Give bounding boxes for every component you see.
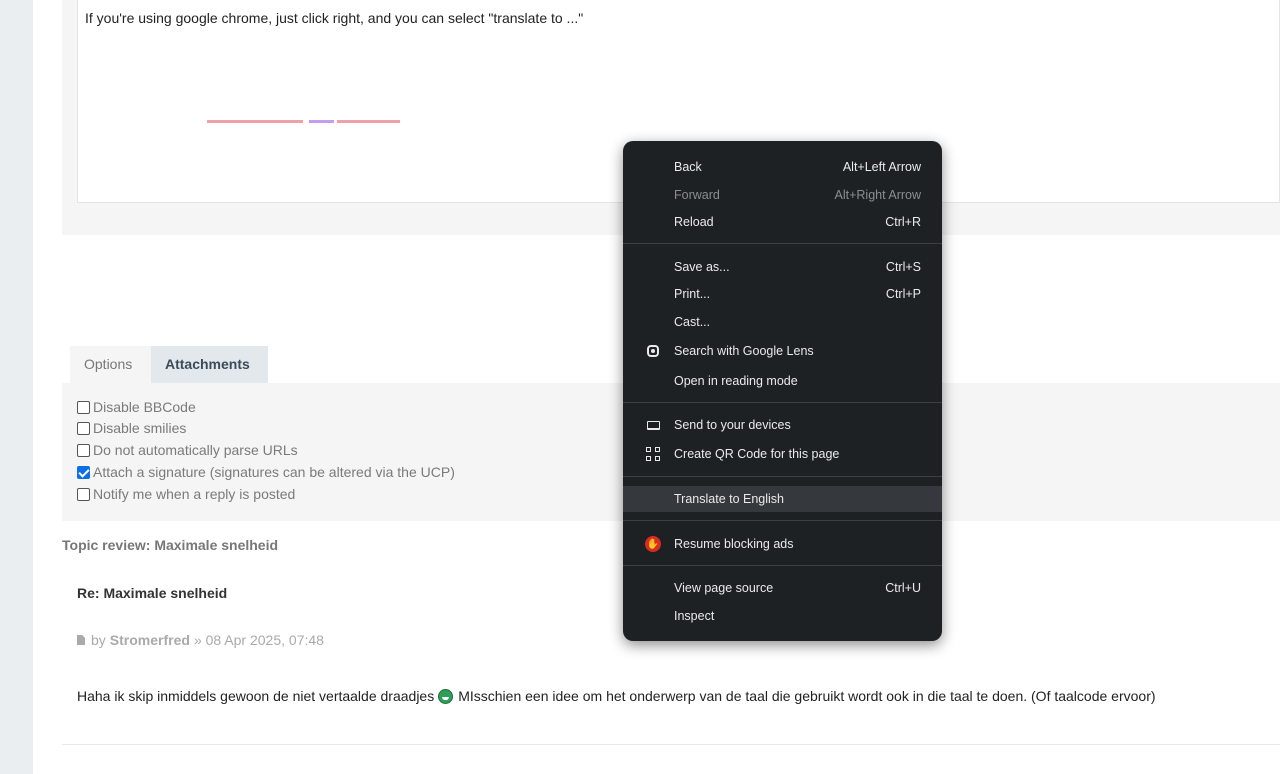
menu-item-save-as[interactable]: Save as... Ctrl+S	[623, 254, 942, 280]
menu-item-label: Search with Google Lens	[674, 344, 814, 358]
checkbox[interactable]	[77, 400, 90, 414]
message-text: If you're using google chrome, just clic…	[85, 10, 584, 26]
menu-item-label: Forward	[674, 188, 720, 202]
post-body: Haha ik skip inmiddels gewoon de niet ve…	[77, 688, 1156, 704]
menu-item-shortcut: Alt+Right Arrow	[834, 188, 922, 202]
spellcheck-underline	[337, 120, 400, 123]
option-disable-bbcode[interactable]: Disable BBCode	[77, 398, 196, 416]
topic-review-heading: Topic review: Maximale snelheid	[62, 537, 279, 553]
google-lens-icon	[645, 343, 661, 359]
left-gutter	[0, 0, 33, 774]
menu-item-resume-blocking-ads[interactable]: ✋ Resume blocking ads	[623, 531, 942, 557]
menu-item-cast[interactable]: Cast...	[623, 309, 942, 335]
qr-code-icon	[645, 446, 661, 462]
menu-item-label: View page source	[674, 581, 774, 595]
menu-item-shortcut: Ctrl+P	[885, 287, 921, 301]
checkbox[interactable]	[77, 487, 90, 501]
checkbox-checked[interactable]	[77, 465, 90, 479]
post-title[interactable]: Re: Maximale snelheid	[77, 585, 227, 601]
post-body-text: Haha ik skip inmiddels gewoon de niet ve…	[77, 688, 435, 704]
menu-item-label: Back	[674, 160, 702, 174]
option-no-parse-urls[interactable]: Do not automatically parse URLs	[77, 441, 298, 459]
menu-item-translate[interactable]: Translate to English	[623, 486, 942, 512]
option-label: Disable smilies	[93, 420, 187, 436]
menu-item-forward: Forward Alt+Right Arrow	[623, 182, 942, 208]
option-label: Do not automatically parse URLs	[93, 442, 298, 458]
post-file-icon	[77, 635, 85, 645]
option-disable-smilies[interactable]: Disable smilies	[77, 419, 186, 437]
menu-item-label: Translate to English	[674, 492, 785, 506]
menu-item-send-to-devices[interactable]: Send to your devices	[623, 412, 942, 438]
option-label: Notify me when a reply is posted	[93, 486, 296, 502]
menu-item-inspect[interactable]: Inspect	[623, 603, 942, 629]
menu-item-label: Save as...	[674, 260, 730, 274]
menu-item-label: Reload	[674, 215, 714, 229]
context-menu: Back Alt+Left Arrow Forward Alt+Right Ar…	[623, 141, 942, 641]
menu-separator	[623, 243, 942, 244]
checkbox[interactable]	[77, 443, 90, 457]
menu-item-shortcut: Ctrl+S	[885, 260, 921, 274]
tab-options[interactable]: Options	[70, 346, 151, 383]
menu-item-label: Send to your devices	[674, 418, 791, 432]
devices-icon	[645, 417, 661, 433]
post-meta: by Stromerfred » 08 Apr 2025, 07:48	[77, 632, 324, 648]
menu-item-label: Print...	[674, 287, 711, 301]
menu-item-label: Inspect	[674, 609, 715, 623]
post-date: » 08 Apr 2025, 07:48	[193, 632, 324, 648]
grammar-underline	[309, 120, 334, 123]
menu-item-label: Cast...	[674, 315, 711, 329]
menu-item-label: Create QR Code for this page	[674, 447, 840, 461]
post-body-text: MIsschien een idee om het onderwerp van …	[458, 688, 1156, 704]
option-label: Attach a signature (signatures can be al…	[93, 464, 455, 480]
menu-item-qr-code[interactable]: Create QR Code for this page	[623, 441, 942, 467]
menu-item-shortcut: Alt+Left Arrow	[842, 160, 921, 174]
menu-separator	[623, 520, 942, 521]
menu-item-label: Resume blocking ads	[674, 537, 794, 551]
menu-separator	[623, 402, 942, 403]
menu-item-google-lens[interactable]: Search with Google Lens	[623, 338, 942, 364]
checkbox[interactable]	[77, 421, 90, 435]
menu-item-shortcut: Ctrl+R	[885, 215, 921, 229]
menu-item-print[interactable]: Print... Ctrl+P	[623, 281, 942, 307]
stop-hand-icon: ✋	[645, 536, 661, 552]
menu-item-label: Open in reading mode	[674, 374, 798, 388]
post-by: by	[91, 632, 106, 648]
menu-item-shortcut: Ctrl+U	[885, 581, 921, 595]
menu-item-reload[interactable]: Reload Ctrl+R	[623, 209, 942, 235]
menu-item-reading-mode[interactable]: Open in reading mode	[623, 368, 942, 394]
menu-separator	[623, 565, 942, 566]
post-divider	[62, 744, 1280, 745]
option-attach-signature[interactable]: Attach a signature (signatures can be al…	[77, 463, 455, 481]
menu-separator	[623, 476, 942, 477]
post-author-link[interactable]: Stromerfred	[110, 632, 190, 648]
menu-item-back[interactable]: Back Alt+Left Arrow	[623, 154, 942, 180]
grinning-emoji-icon	[438, 688, 454, 704]
option-notify-reply[interactable]: Notify me when a reply is posted	[77, 485, 295, 503]
spellcheck-underline	[207, 120, 303, 123]
tab-attachments[interactable]: Attachments	[151, 346, 268, 383]
menu-item-view-source[interactable]: View page source Ctrl+U	[623, 575, 942, 601]
option-label: Disable BBCode	[93, 399, 196, 415]
